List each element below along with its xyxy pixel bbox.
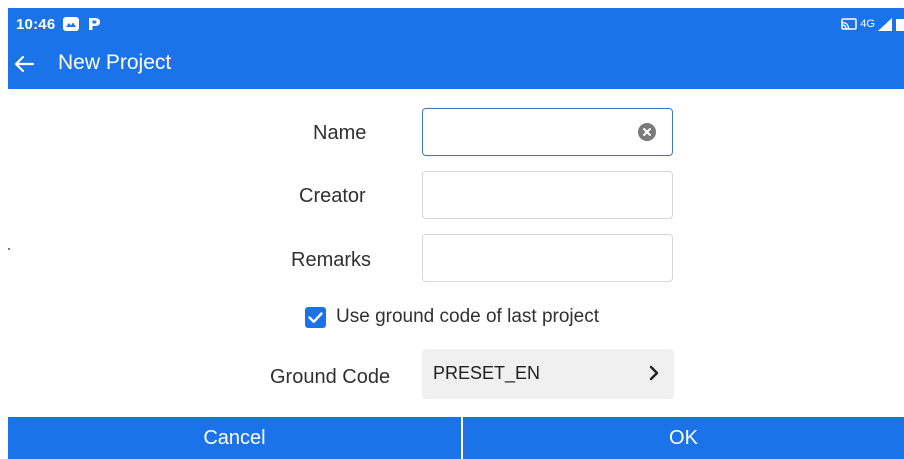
remarks-label: Remarks — [291, 249, 372, 271]
cast-icon — [841, 18, 858, 30]
ground-code-value: PRESET_EN — [433, 363, 541, 383]
name-input[interactable] — [423, 109, 672, 155]
remarks-field[interactable] — [422, 234, 673, 282]
checkmark-icon — [308, 312, 323, 323]
clear-icon[interactable] — [638, 123, 656, 141]
app-header: 10:46 4G New Project — [8, 8, 904, 89]
cancel-button[interactable]: Cancel — [8, 417, 461, 459]
ground-code-selector[interactable]: PRESET_EN — [422, 349, 674, 399]
status-icons: 4G — [841, 16, 904, 32]
creator-label: Creator — [299, 185, 366, 207]
remarks-input[interactable] — [423, 235, 672, 281]
chevron-right-icon — [649, 365, 659, 381]
gallery-icon — [63, 17, 79, 31]
back-arrow-icon[interactable] — [13, 53, 35, 75]
new-project-screen: 10:46 4G New Project Name Creator Remark… — [0, 0, 904, 459]
screen-speck — [8, 248, 10, 250]
signal-icon — [878, 17, 892, 31]
ok-button[interactable]: OK — [463, 417, 904, 459]
creator-field[interactable] — [422, 171, 673, 219]
use-last-ground-code-label[interactable]: Use ground code of last project — [336, 306, 599, 328]
network-type: 4G — [860, 18, 875, 30]
creator-input[interactable] — [423, 172, 672, 218]
battery-icon — [896, 18, 904, 31]
name-field[interactable] — [422, 108, 673, 156]
status-time: 10:46 — [16, 16, 56, 33]
use-last-ground-code-checkbox[interactable] — [305, 307, 326, 328]
name-label: Name — [313, 122, 367, 144]
parking-icon — [89, 18, 100, 30]
page-title: New Project — [58, 51, 172, 74]
ground-code-label: Ground Code — [270, 366, 391, 388]
